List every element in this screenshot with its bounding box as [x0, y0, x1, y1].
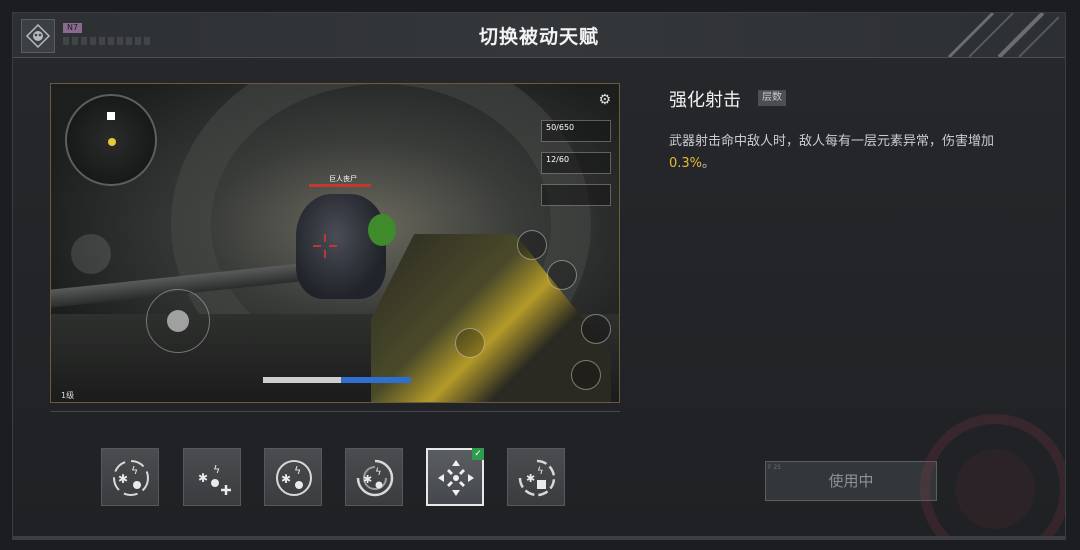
bottom-divider	[13, 536, 1065, 539]
talent-name: 强化射击	[669, 90, 741, 111]
header-decor-lines	[929, 13, 1059, 57]
talent-slot-3[interactable]: ✱ ϟ	[264, 448, 322, 506]
talent-description-text: 武器射击命中敌人时，敌人每有一层元素异常，伤害增加	[669, 134, 995, 149]
svg-text:ϟ: ϟ	[131, 464, 138, 477]
use-button-corner-label: F 25	[768, 464, 781, 471]
svg-text:ϟ: ϟ	[294, 464, 301, 477]
precision-shot-icon	[438, 460, 474, 496]
svg-text:✱: ✱	[526, 472, 535, 485]
talent-panel: N7 切换被动天赋 巨人丧尸 ⚙ 50/650 12/60 1级 强化射击 层数…	[12, 12, 1066, 540]
health-shield-bar	[263, 377, 411, 383]
element-lightning-burst-icon: ✱ ϟ	[113, 460, 149, 496]
move-joystick	[146, 289, 210, 353]
svg-text:ϟ: ϟ	[537, 466, 544, 477]
svg-text:✱: ✱	[118, 472, 128, 486]
weapon-slot-melee	[541, 184, 611, 206]
level-label: 1级	[61, 391, 75, 400]
talent-slot-1[interactable]: ✱ ϟ	[101, 448, 159, 506]
talent-slot-2[interactable]: ✱ ϟ	[183, 448, 241, 506]
svg-text:ϟ: ϟ	[375, 467, 382, 478]
equipped-check-icon: ✓	[472, 448, 484, 460]
reload-button-icon	[517, 230, 547, 260]
element-shield-icon: ✱ ϟ	[518, 459, 556, 497]
crosshair-icon	[313, 234, 337, 258]
talent-description: 武器射击命中敌人时，敌人每有一层元素异常，伤害增加 0.3%。	[669, 131, 1029, 175]
enemy-name-label: 巨人丧尸	[329, 175, 357, 183]
svg-text:✱: ✱	[281, 472, 291, 486]
background-emblem-icon	[920, 414, 1065, 539]
gear-icon: ⚙	[598, 92, 611, 108]
enemy-health-bar	[309, 184, 371, 187]
fire-button-icon	[455, 328, 485, 358]
weapon-slot-secondary: 12/60	[541, 152, 611, 174]
crouch-button-icon	[571, 360, 601, 390]
element-swirl-icon: ✱ ϟ	[356, 459, 394, 497]
weapon-slot-primary: 50/650	[541, 120, 611, 142]
talent-preview-screenshot: 巨人丧尸 ⚙ 50/650 12/60 1级	[50, 83, 620, 403]
svg-text:ϟ: ϟ	[213, 463, 220, 476]
element-lightning-plus-icon: ✱ ϟ	[198, 463, 231, 495]
talent-tag: 层数	[758, 90, 786, 106]
talent-slot-6[interactable]: ✱ ϟ	[507, 448, 565, 506]
svg-text:✱: ✱	[198, 471, 208, 485]
preview-underline	[50, 411, 620, 412]
page-title: 切换被动天赋	[478, 26, 599, 48]
svg-text:✱: ✱	[363, 473, 372, 486]
jump-button-icon	[581, 314, 611, 344]
aim-button-icon	[547, 260, 577, 290]
element-circle-icon: ✱ ϟ	[276, 460, 312, 496]
talent-slot-4[interactable]: ✱ ϟ	[345, 448, 403, 506]
player-location-icon	[108, 138, 116, 146]
toxic-growth	[368, 214, 396, 246]
talent-value: 0.3%	[669, 156, 703, 171]
giant-zombie	[296, 194, 396, 299]
weapon-list: 50/650 12/60	[541, 120, 611, 216]
joystick-knob	[167, 310, 189, 332]
minimap	[65, 94, 157, 186]
talent-slot-5[interactable]: ✓	[426, 448, 484, 506]
header-bar: N7 切换被动天赋	[13, 13, 1065, 58]
talent-value-suffix: 。	[702, 156, 716, 171]
melee-button-icon	[71, 234, 111, 274]
minimap-marker-icon	[107, 112, 115, 120]
